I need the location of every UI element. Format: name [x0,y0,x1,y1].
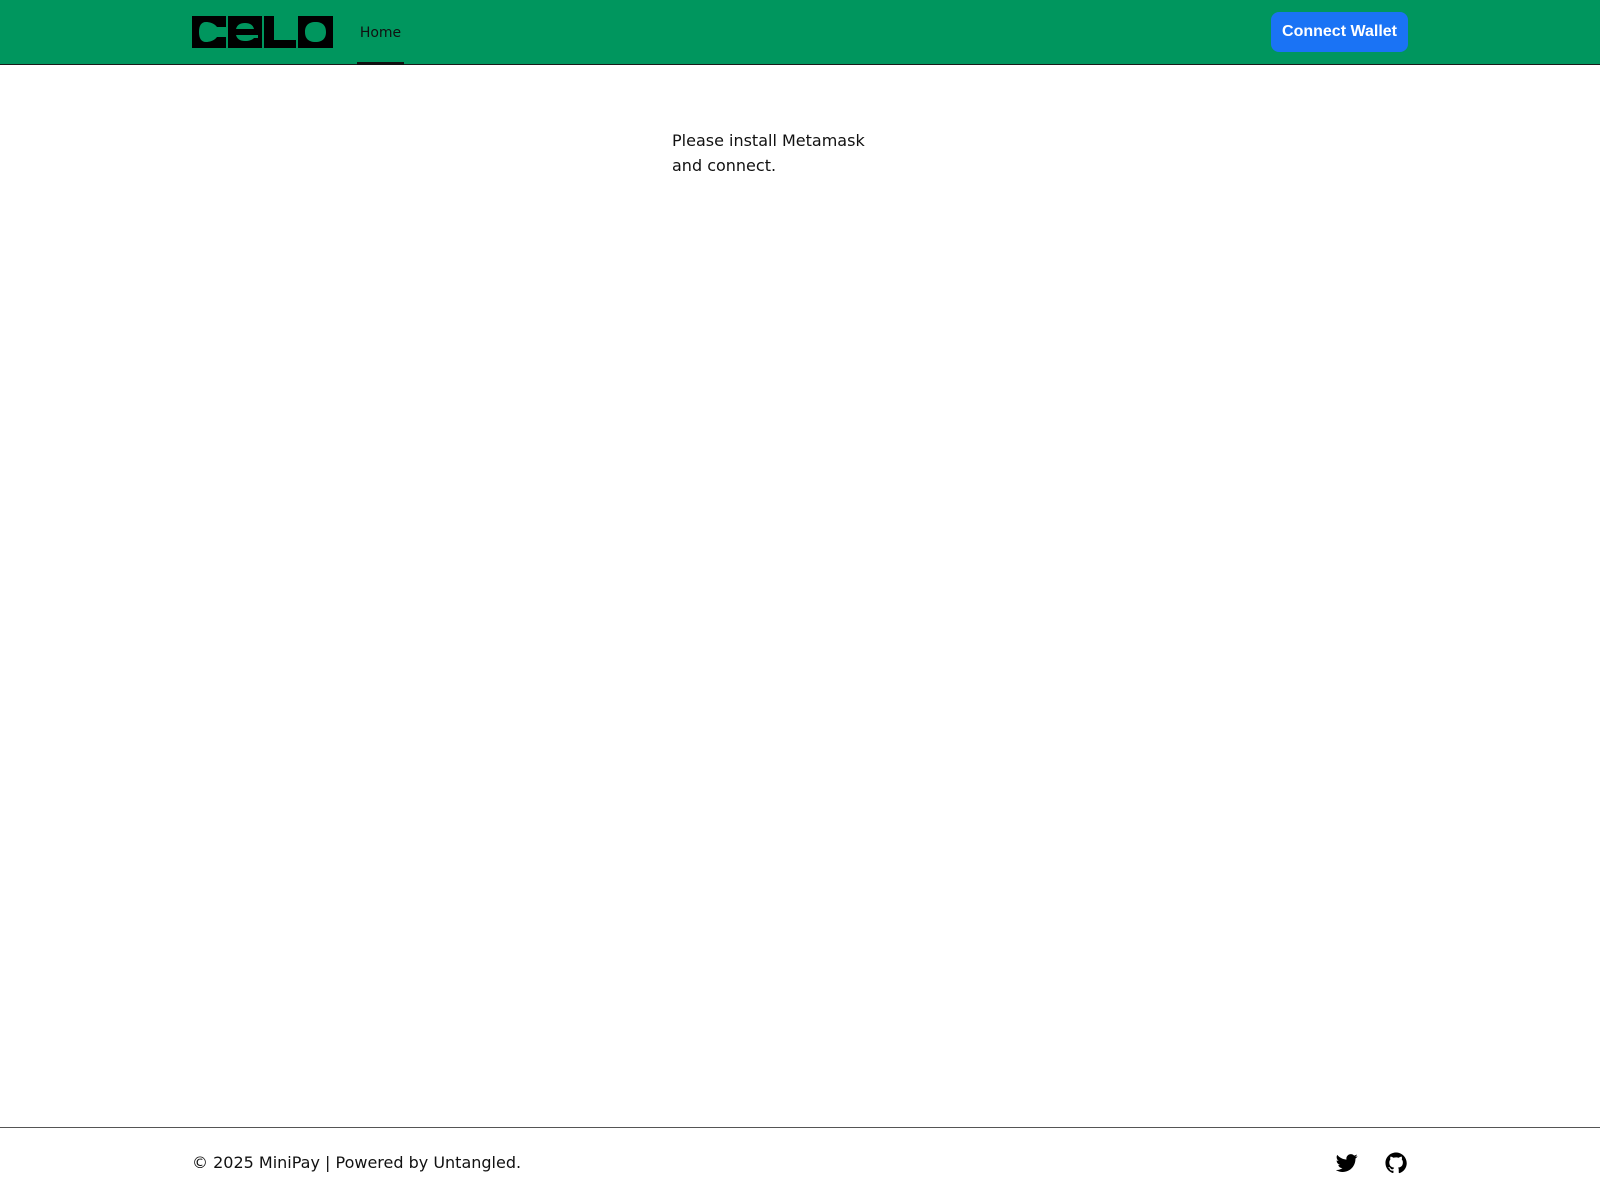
page: Home Connect Wallet Please install Metam… [0,0,1600,1200]
celo-logo[interactable] [192,16,333,48]
connect-wallet-button[interactable]: Connect Wallet [1271,12,1408,52]
top-navbar: Home Connect Wallet [0,0,1600,65]
nav-item-home[interactable]: Home [357,0,404,65]
footer: © 2025 MiniPay | Powered by Untangled. [0,1127,1600,1200]
footer-copyright: © 2025 MiniPay | Powered by Untangled. [192,1153,522,1172]
twitter-icon[interactable] [1336,1152,1358,1174]
active-tab-indicator [357,62,404,65]
install-metamask-message: Please install Metamask and connect. [672,131,865,175]
github-icon[interactable] [1385,1152,1407,1174]
nav-item-home-label: Home [359,24,402,41]
